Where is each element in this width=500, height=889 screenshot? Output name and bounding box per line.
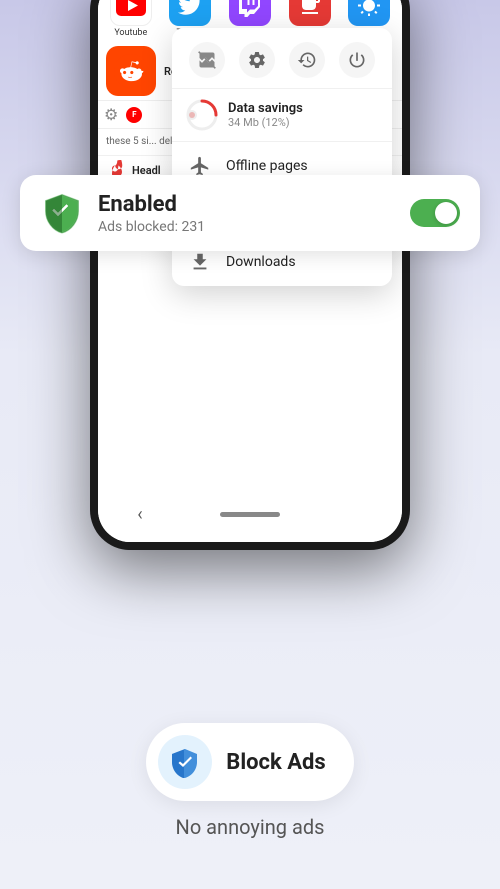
power-button[interactable] bbox=[339, 42, 375, 78]
settings-button[interactable] bbox=[239, 42, 275, 78]
enable-toggle[interactable] bbox=[410, 199, 460, 227]
phone-screen: Youtube Twitter bbox=[98, 0, 402, 542]
block-ads-icon-circle bbox=[158, 735, 212, 789]
app-icon-youtube[interactable]: Youtube bbox=[102, 0, 160, 38]
phone-device: Youtube Twitter bbox=[90, 0, 410, 570]
toggle-knob bbox=[435, 202, 457, 224]
favicon-icon: F bbox=[126, 107, 142, 123]
twitch-icon bbox=[229, 0, 271, 26]
popup-icon-row bbox=[172, 28, 392, 89]
enabled-text: Enabled Ads blocked: 231 bbox=[98, 192, 410, 235]
reddit-icon bbox=[106, 46, 156, 96]
youtube-label: Youtube bbox=[114, 28, 147, 38]
shield-enabled-icon bbox=[40, 191, 84, 235]
news-icon bbox=[289, 0, 331, 26]
home-indicator[interactable] bbox=[220, 512, 280, 517]
youtube-icon bbox=[110, 0, 152, 26]
block-ads-label: Block Ads bbox=[226, 750, 325, 775]
enabled-title: Enabled bbox=[98, 192, 410, 217]
block-ads-card: Block Ads bbox=[146, 723, 353, 801]
weather-icon bbox=[348, 0, 390, 26]
enabled-badge: Enabled Ads blocked: 231 bbox=[20, 175, 480, 251]
phone-nav-bar: ‹ bbox=[98, 502, 402, 526]
twitter-icon bbox=[169, 0, 211, 26]
data-savings-subtitle: 34 Mb (12%) bbox=[228, 116, 303, 129]
data-savings-section: Data savings 34 Mb (12%) bbox=[172, 89, 392, 142]
data-savings-text: Data savings 34 Mb (12%) bbox=[228, 101, 303, 129]
downloads-label: Downloads bbox=[226, 254, 296, 270]
browser-background: Youtube Twitter bbox=[98, 0, 402, 542]
ads-blocked-count: Ads blocked: 231 bbox=[98, 219, 410, 235]
download-icon bbox=[188, 250, 212, 274]
data-savings-title: Data savings bbox=[228, 101, 303, 116]
bottom-section: Block Ads No annoying ads bbox=[0, 723, 500, 839]
data-savings-icon bbox=[186, 99, 218, 131]
back-button[interactable]: ‹ bbox=[128, 502, 152, 526]
no-ads-label: No annoying ads bbox=[176, 815, 325, 839]
phone-frame: Youtube Twitter bbox=[90, 0, 410, 550]
sliders-icon: ⚙ bbox=[104, 105, 118, 124]
offline-pages-label: Offline pages bbox=[226, 158, 308, 174]
history-button[interactable] bbox=[289, 42, 325, 78]
no-image-button[interactable] bbox=[189, 42, 225, 78]
